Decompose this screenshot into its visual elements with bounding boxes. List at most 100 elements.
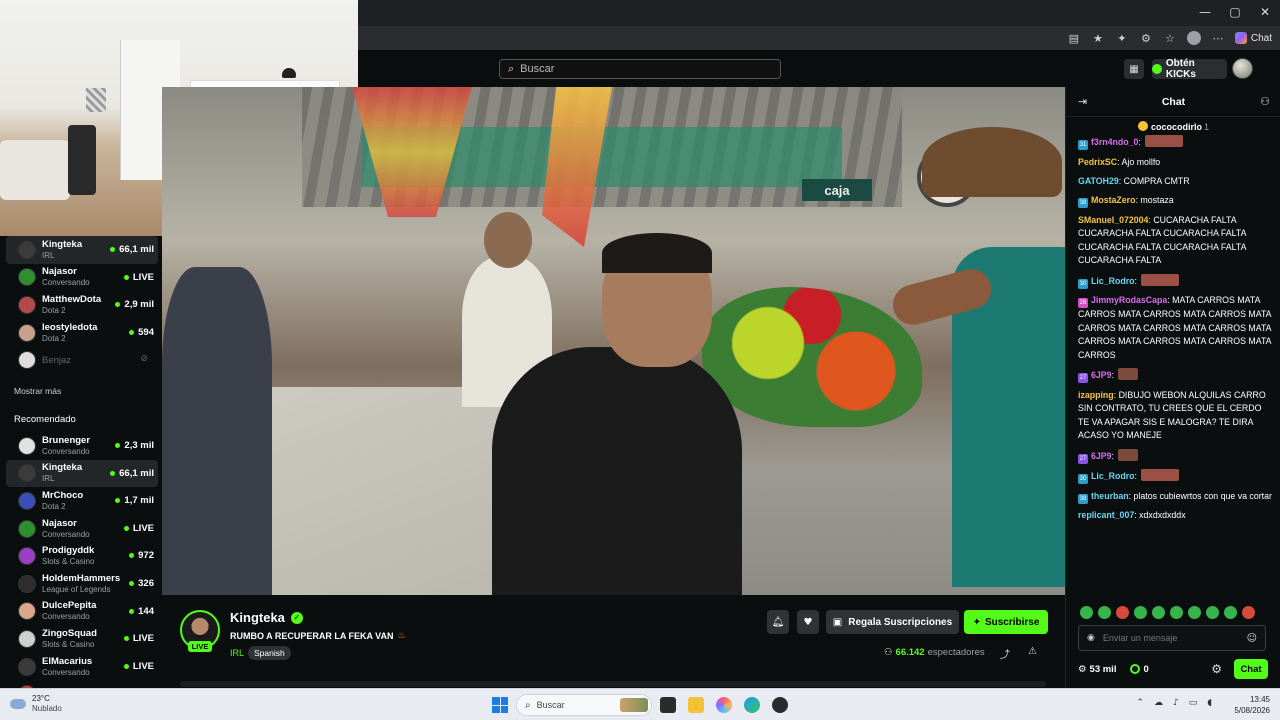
- live-dot-icon: [110, 247, 116, 252]
- taskbar-search[interactable]: ⌕ Buscar: [516, 694, 652, 716]
- extensions-icon[interactable]: ✦: [1115, 31, 1129, 45]
- sidebar-channel-zingosquad[interactable]: ZingoSquad Slots & Casino LIVE: [6, 625, 158, 653]
- search-input[interactable]: ⌕ Buscar: [499, 59, 781, 79]
- network-icon[interactable]: ▭: [1189, 698, 1198, 708]
- emote-button[interactable]: [1242, 606, 1255, 619]
- chat-username[interactable]: MostaZero: [1091, 195, 1135, 205]
- channel-name: Prodigyddk: [42, 545, 95, 557]
- chat-username[interactable]: SManuel_072004: [1078, 215, 1148, 225]
- emoji-picker-icon[interactable]: ☺: [1247, 633, 1257, 644]
- extension-puzzle-icon[interactable]: ⚙: [1139, 31, 1153, 45]
- sidebar-channel-benjaz[interactable]: Benjaz ⊘: [6, 346, 158, 374]
- sidebar-channel-elmacarius[interactable]: ElMacarius Conversando LIVE: [6, 653, 158, 681]
- channel-points[interactable]: 0: [1130, 664, 1149, 675]
- start-button[interactable]: [492, 697, 508, 713]
- chat-username[interactable]: theurban: [1091, 491, 1129, 501]
- chat-username[interactable]: f3rn4ndo_0: [1091, 137, 1138, 147]
- more-menu-icon[interactable]: ⋯: [1211, 31, 1225, 45]
- fire-icon: ♨: [397, 631, 406, 641]
- weather-widget[interactable]: 23°C Nublado: [10, 694, 62, 714]
- video-player[interactable]: caja: [162, 87, 1065, 595]
- chat-username[interactable]: replicant_007: [1078, 510, 1134, 520]
- chat-message-input[interactable]: ◉ ☺: [1078, 625, 1266, 651]
- sidebar-channel-brunenger[interactable]: Brunenger Conversando 2,3 mil: [6, 432, 158, 460]
- tray-chevron-icon[interactable]: ⌃: [1136, 698, 1144, 708]
- gift-subs-button[interactable]: ▣ Regala Suscripciones: [826, 610, 959, 634]
- streamer-figure: [482, 233, 742, 595]
- emote-button[interactable]: [1134, 606, 1147, 619]
- sidebar-channel-kingteka[interactable]: Kingteka IRL 66,1 mil: [6, 236, 158, 264]
- sidebar-channel-matthewdota[interactable]: MatthewDota Dota 2 2,9 mil: [6, 291, 158, 319]
- sidebar-channel-holdemhammers[interactable]: HoldemHammers League of Legends 326: [6, 570, 158, 598]
- subscribe-button[interactable]: ✦ Suscribirse: [964, 610, 1048, 634]
- obs-app-icon[interactable]: [772, 697, 788, 713]
- chat-users-icon[interactable]: ⚇: [1260, 95, 1270, 108]
- sidebar-channel-najasor[interactable]: Najasor Conversando LIVE: [6, 515, 158, 543]
- sidebar-channel-najasor[interactable]: Najasor Conversando LIVE: [6, 264, 158, 292]
- emote-button[interactable]: [1098, 606, 1111, 619]
- task-view-icon[interactable]: [660, 697, 676, 713]
- get-kicks-button[interactable]: Obtén KICKs: [1152, 58, 1227, 80]
- sidebar-channel-ronchas_kun[interactable]: Ronchas_KunLIVE: [6, 680, 158, 688]
- chat-username[interactable]: JimmyRodasCapa: [1091, 295, 1167, 305]
- notifications-bell-button[interactable]: 🔔︎: [767, 610, 789, 634]
- copilot-chat-button[interactable]: Chat: [1234, 32, 1272, 44]
- sidebar-channel-dulcepepita[interactable]: DulcePepita Conversando 144: [6, 598, 158, 626]
- pinned-gifter[interactable]: cococodirlo 1: [1066, 121, 1280, 132]
- emote-button[interactable]: [1152, 606, 1165, 619]
- edge-browser-icon[interactable]: [744, 697, 760, 713]
- close-button[interactable]: ✕: [1250, 0, 1280, 24]
- chat-username[interactable]: 6JP9: [1091, 370, 1112, 380]
- report-warning-icon[interactable]: ⚠: [1028, 646, 1037, 657]
- emote-button[interactable]: [1080, 606, 1093, 619]
- channel-text: Benjaz: [42, 355, 71, 366]
- chat-message: GATOH29: COMPRA CMTR: [1078, 175, 1273, 189]
- volume-icon[interactable]: ◖: [1207, 698, 1212, 708]
- share-icon[interactable]: ⤴: [1000, 646, 1010, 661]
- copilot-app-icon[interactable]: [716, 697, 732, 713]
- taskbar-clock[interactable]: 13:45 5/08/2026: [1234, 694, 1270, 716]
- streamer-name[interactable]: Kingteka ✓: [230, 610, 303, 625]
- kicks-balance[interactable]: ⚙ 53 mil: [1078, 664, 1116, 675]
- chat-username[interactable]: PedrixSC: [1078, 157, 1117, 167]
- favorites-icon[interactable]: ☆: [1163, 31, 1177, 45]
- emote-button[interactable]: [1206, 606, 1219, 619]
- category-link[interactable]: IRL: [230, 648, 244, 658]
- sidebar-channel-leostyledota[interactable]: leostyledota Dota 2 594: [6, 319, 158, 347]
- show-more-link[interactable]: Mostrar más: [0, 374, 162, 408]
- file-explorer-icon[interactable]: [688, 697, 704, 713]
- follow-heart-button[interactable]: ♥: [797, 610, 819, 634]
- chat-username[interactable]: Lic_Rodro: [1091, 276, 1135, 286]
- reader-mode-icon[interactable]: ▤: [1067, 31, 1081, 45]
- channel-avatar: [18, 629, 36, 648]
- language-tag[interactable]: Spanish: [248, 646, 291, 660]
- channel-text: ElMacarius Conversando: [42, 656, 92, 678]
- channel-avatar: [18, 491, 36, 510]
- chat-settings-icon[interactable]: ⚙: [1211, 662, 1222, 676]
- tray-cloud-icon[interactable]: ☁: [1154, 698, 1163, 708]
- bookmark-star-icon[interactable]: ★: [1091, 31, 1105, 45]
- chat-username[interactable]: izapping: [1078, 390, 1114, 400]
- chat-mode-icon[interactable]: ◉: [1087, 633, 1095, 643]
- microphone-icon[interactable]: ♪: [1173, 698, 1179, 708]
- sidebar-channel-mrchoco[interactable]: MrChoco Dota 2 1,7 mil: [6, 487, 158, 515]
- profile-avatar[interactable]: [1186, 31, 1201, 45]
- emote-button[interactable]: [1170, 606, 1183, 619]
- chat-send-button[interactable]: Chat: [1234, 659, 1268, 679]
- chat-username[interactable]: Lic_Rodro: [1091, 471, 1135, 481]
- browse-grid-icon[interactable]: ▦: [1124, 59, 1144, 79]
- chat-username[interactable]: 6JP9: [1091, 451, 1112, 461]
- subscribe-label: Suscribirse: [984, 616, 1040, 628]
- minimize-button[interactable]: —: [1190, 0, 1220, 24]
- sidebar-channel-prodigyddk[interactable]: Prodigyddk Slots & Casino 972: [6, 542, 158, 570]
- maximize-button[interactable]: ▢: [1220, 0, 1250, 24]
- emote-button[interactable]: [1188, 606, 1201, 619]
- live-dot-icon: [123, 274, 129, 280]
- emote-button[interactable]: [1116, 606, 1129, 619]
- chat-username[interactable]: GATOH29: [1078, 176, 1119, 186]
- search-placeholder: Buscar: [520, 63, 555, 75]
- sidebar-channel-kingteka[interactable]: Kingteka IRL 66,1 mil: [6, 459, 158, 488]
- user-avatar[interactable]: [1232, 58, 1253, 79]
- emote-button[interactable]: [1224, 606, 1237, 619]
- chat-input-field[interactable]: [1102, 633, 1233, 643]
